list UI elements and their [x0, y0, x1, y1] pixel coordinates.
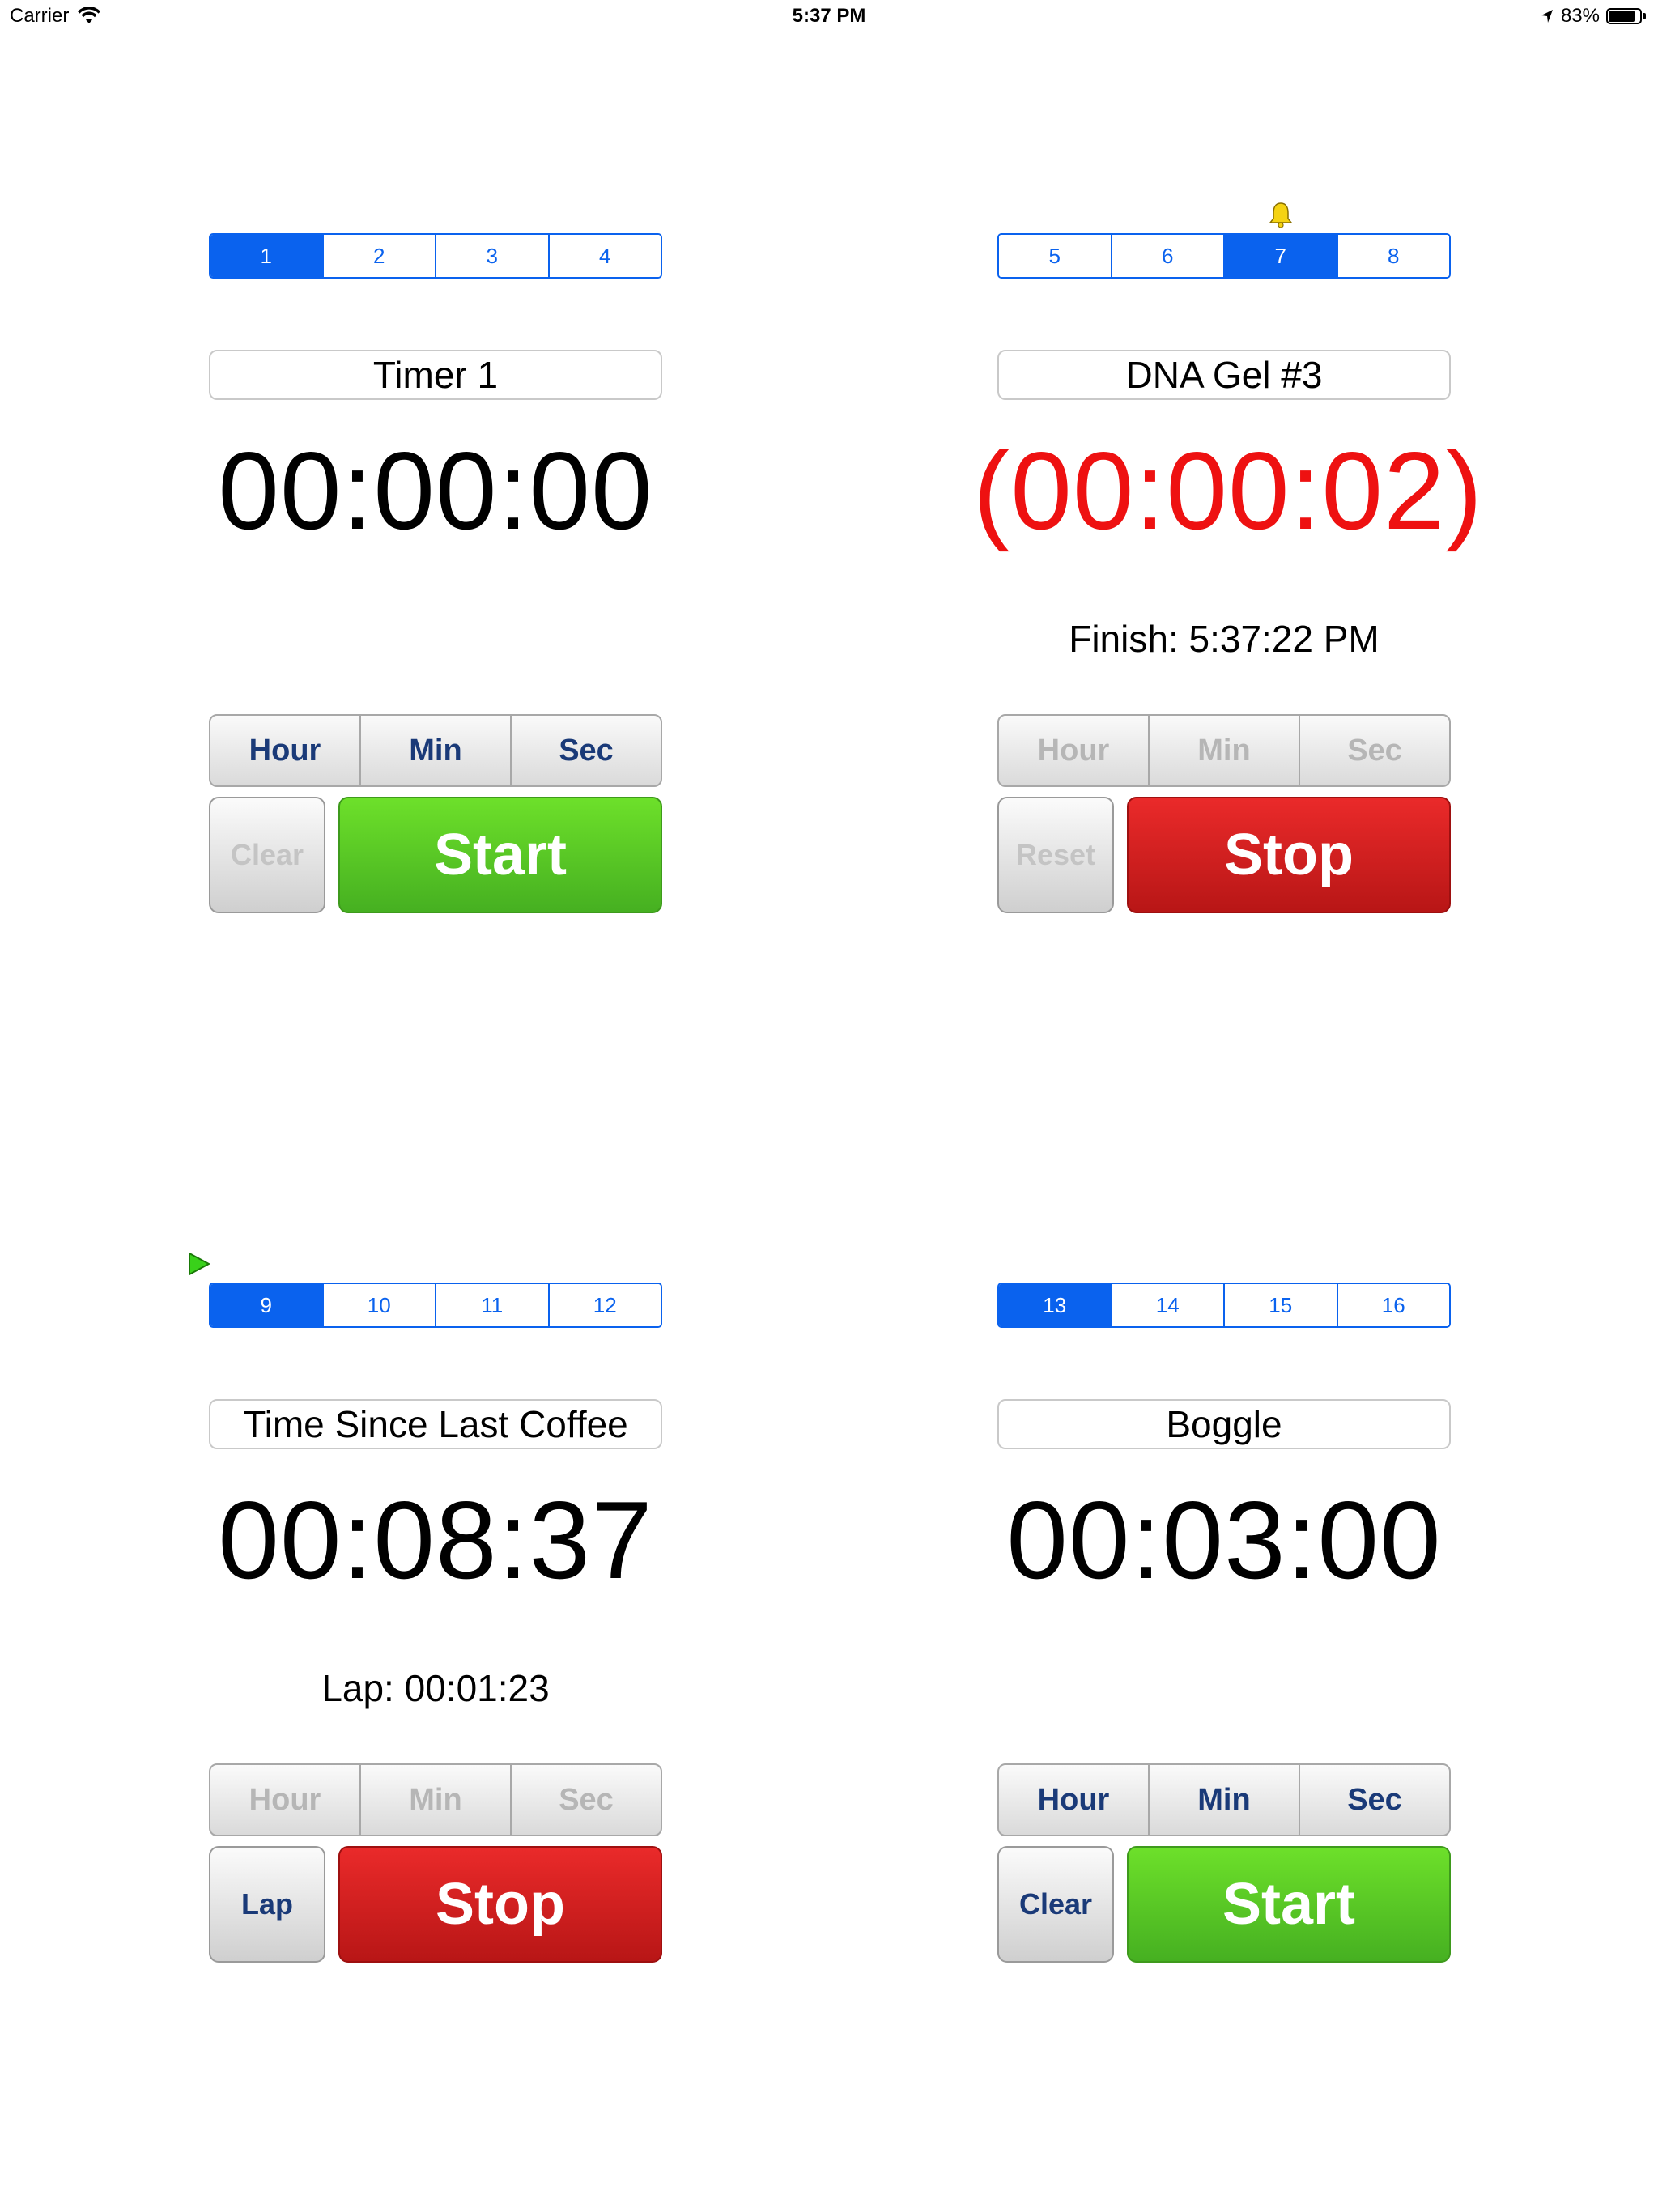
clear-button[interactable]: Clear — [997, 1846, 1114, 1963]
timer-clock: 00:08:37 — [218, 1478, 653, 1602]
location-arrow-icon — [1541, 10, 1553, 23]
timer-tab[interactable]: 7 — [1223, 235, 1337, 277]
timer-tab[interactable]: 11 — [435, 1284, 548, 1326]
start-button[interactable]: Start — [338, 797, 662, 913]
status-right: 83% — [1540, 5, 1647, 28]
lap-button[interactable]: Lap — [209, 1846, 325, 1963]
sec-button[interactable]: Sec — [510, 1765, 661, 1835]
timer-tab[interactable]: 9 — [210, 1284, 322, 1326]
min-button[interactable]: Min — [359, 716, 510, 785]
timer-tab-bar: 1234 — [209, 233, 662, 279]
hour-button[interactable]: Hour — [999, 1765, 1148, 1835]
timer-tab[interactable]: 15 — [1223, 1284, 1337, 1326]
time-set-control: Hour Min Sec — [209, 1763, 662, 1836]
timer-tab[interactable]: 10 — [321, 1284, 435, 1326]
timer-tab[interactable]: 3 — [435, 235, 548, 277]
timer-tab[interactable]: 16 — [1336, 1284, 1449, 1326]
timer-clock: (00:00:02) — [973, 429, 1483, 552]
timer-tab-bar: 5678 — [997, 233, 1451, 279]
timer-tab[interactable]: 5 — [999, 235, 1111, 277]
start-button[interactable]: Start — [1127, 1846, 1451, 1963]
time-set-control: Hour Min Sec — [997, 1763, 1451, 1836]
clear-button[interactable]: Clear — [209, 797, 325, 913]
play-icon — [189, 1252, 211, 1276]
min-button[interactable]: Min — [359, 1765, 510, 1835]
timer-name-field[interactable]: Timer 1 — [209, 350, 662, 400]
sec-button[interactable]: Sec — [1299, 716, 1449, 785]
timer-clock: 00:00:00 — [218, 429, 653, 552]
sec-button[interactable]: Sec — [1299, 1765, 1449, 1835]
timer-tab[interactable]: 6 — [1110, 235, 1223, 277]
hour-button[interactable]: Hour — [999, 716, 1148, 785]
timer-name-field[interactable]: Boggle — [997, 1399, 1451, 1449]
stop-button[interactable]: Stop — [1127, 797, 1451, 913]
battery-icon — [1606, 7, 1647, 25]
timer-tab[interactable]: 2 — [321, 235, 435, 277]
timer-tab[interactable]: 13 — [999, 1284, 1111, 1326]
timer-name-text: Time Since Last Coffee — [243, 1403, 628, 1445]
timer-subinfo: Lap: 00:01:23 — [321, 1667, 550, 1709]
timer-tab-bar: 9 10 11 12 — [209, 1283, 662, 1328]
timer-tab[interactable]: 8 — [1336, 235, 1449, 277]
min-button[interactable]: Min — [1148, 716, 1299, 785]
hour-button[interactable]: Hour — [210, 1765, 359, 1835]
timer-name-field[interactable]: DNA Gel #3 — [997, 350, 1451, 400]
timer-clock: 00:03:00 — [1006, 1478, 1442, 1602]
timer-tab[interactable]: 12 — [547, 1284, 661, 1326]
status-time: 5:37 PM — [792, 5, 866, 27]
timer-subinfo: Finish: 5:37:22 PM — [1069, 618, 1380, 660]
timer-tab[interactable]: 1 — [210, 235, 322, 277]
sec-button[interactable]: Sec — [510, 716, 661, 785]
reset-button[interactable]: Reset — [997, 797, 1114, 913]
stop-button[interactable]: Stop — [338, 1846, 662, 1963]
battery-percent: 83% — [1560, 5, 1600, 27]
status-bar: Carrier 5:37 PM 83% — [0, 0, 1658, 36]
timer-name-text: Timer 1 — [372, 354, 499, 396]
time-set-control: Hour Min Sec — [209, 714, 662, 787]
timer-name-text: DNA Gel #3 — [1125, 354, 1323, 396]
bell-icon — [1269, 202, 1293, 228]
min-button[interactable]: Min — [1148, 1765, 1299, 1835]
timer-tab-bar: 13 14 15 16 — [997, 1283, 1451, 1328]
time-set-control: Hour Min Sec — [997, 714, 1451, 787]
timer-tab[interactable]: 4 — [547, 235, 661, 277]
timer-tab[interactable]: 14 — [1110, 1284, 1223, 1326]
timer-name-field[interactable]: Time Since Last Coffee — [209, 1399, 662, 1449]
hour-button[interactable]: Hour — [210, 716, 359, 785]
timer-name-text: Boggle — [1166, 1403, 1282, 1445]
